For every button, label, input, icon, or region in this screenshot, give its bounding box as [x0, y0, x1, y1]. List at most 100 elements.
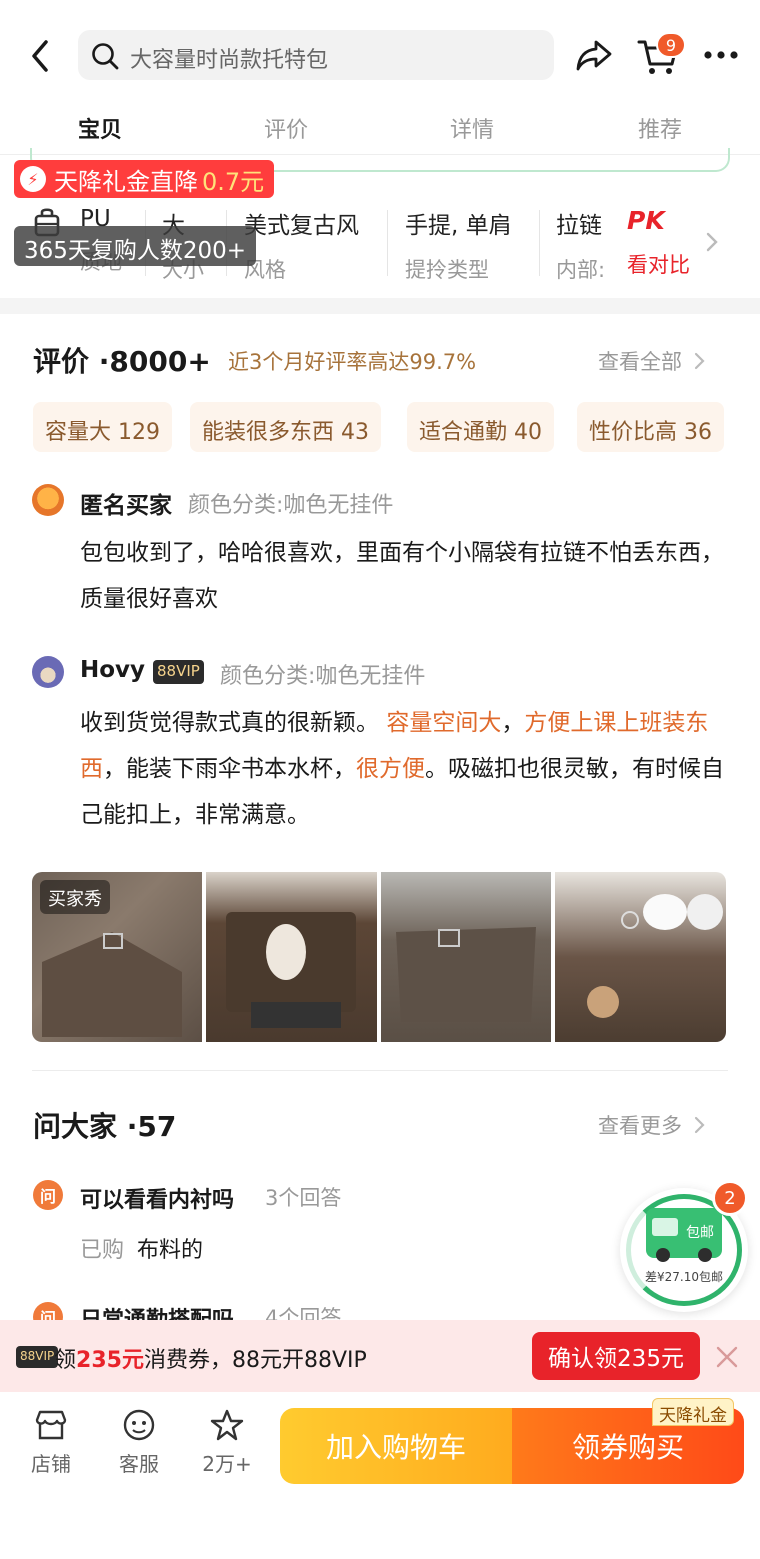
qa-title: 问大家 ·57 — [33, 1110, 177, 1143]
back-icon[interactable] — [26, 38, 56, 74]
promo-badge: ⚡ 天降礼金直降 0.7元 — [14, 160, 275, 198]
reviewer-name: 匿名买家 — [80, 493, 172, 519]
review-highlight: 容量空间大 — [386, 710, 502, 736]
review-tag[interactable]: 性价比高 36 — [577, 402, 724, 452]
view-more-label: 查看更多 — [598, 1114, 682, 1138]
confirm-coupon-button[interactable]: 确认领235元 — [532, 1332, 700, 1380]
add-to-cart-button[interactable]: 加入购物车 — [280, 1408, 512, 1484]
view-more-qa-link[interactable]: 查看更多 — [598, 1110, 707, 1140]
divider — [32, 1070, 728, 1071]
review-text-part: 收到货觉得款式真的很新颖。 — [80, 710, 379, 736]
answer-text: 布料的 — [137, 1238, 204, 1263]
qa-answer-count: 3个回答 — [265, 1186, 342, 1210]
review-text-part: ，能装下雨伞书本水杯， — [103, 756, 356, 782]
coupon-amount: 235元 — [76, 1348, 144, 1373]
repeat-buyers-badge: 365天复购人数200+ — [14, 226, 257, 266]
top-bar: 大容量时尚款托特包 9 宝贝 评价 详情 推荐 — [0, 0, 760, 155]
coupon-suffix: 消费券，88元开88VIP — [143, 1348, 367, 1373]
attribute-style: 美式复古风 风格 — [244, 200, 359, 284]
purchased-label: 已购 — [80, 1238, 125, 1263]
review-text: 包包收到了，哈哈很喜欢，里面有个小隔袋有拉链不怕丢东西，质量很好喜欢 — [80, 540, 724, 612]
review-spec: 颜色分类:咖色无挂件 — [220, 664, 426, 689]
bottom-action-bar: 店铺 客服 2万+ 加入购物车 领券购买 — [0, 1392, 760, 1559]
star-icon — [210, 1409, 244, 1441]
attr-value: 美式复古风 — [244, 213, 359, 239]
shop-icon — [35, 1410, 67, 1440]
vip-badge: 88VIP — [153, 660, 204, 684]
review-photo[interactable] — [381, 872, 551, 1042]
chevron-right-icon — [694, 1116, 705, 1134]
attr-key: 提拎类型 — [405, 258, 489, 282]
review-highlight: 很方便 — [356, 756, 425, 782]
vip-coupon-bar: 88VIP 领235元消费券，88元开88VIP 确认领235元 — [0, 1320, 760, 1392]
review-text: 收到货觉得款式真的很新颖。 容量空间大，方便上课上班装东西，能装下雨伞书本水杯，… — [80, 700, 730, 838]
promo-amount: 0.7元 — [202, 167, 265, 196]
question-icon: 问 — [33, 1180, 63, 1210]
coupon-text: 领235元消费券，88元开88VIP — [54, 1342, 367, 1374]
review-tag[interactable]: 能装很多东西 43 — [190, 402, 381, 452]
shipping-label: 包邮 — [686, 1225, 714, 1241]
close-icon[interactable] — [716, 1346, 738, 1368]
shop-label: 店铺 — [31, 1452, 71, 1476]
avatar — [32, 656, 64, 688]
gift-tag: 天降礼金 — [652, 1398, 734, 1426]
compare-button[interactable]: PK 看对比 — [627, 200, 690, 279]
section-gap — [0, 298, 760, 314]
separator — [387, 210, 388, 276]
service-label: 客服 — [119, 1452, 159, 1476]
tab-baobei[interactable]: 宝贝 — [78, 112, 122, 144]
bag-photo-icon — [226, 912, 356, 1028]
bag-photo-icon — [396, 927, 536, 1022]
pk-label: PK — [627, 206, 665, 235]
separator — [539, 210, 540, 276]
cart-count-badge: 9 — [656, 32, 686, 58]
attr-key: 内部: — [556, 258, 606, 282]
search-icon — [92, 43, 119, 70]
vip-badge: 88VIP — [16, 1346, 59, 1368]
tab-recommend[interactable]: 推荐 — [638, 112, 682, 144]
service-icon — [123, 1409, 155, 1441]
tab-reviews[interactable]: 评价 — [264, 112, 308, 144]
buyer-show-label: 买家秀 — [40, 880, 110, 914]
attr-value: 拉链 — [556, 213, 602, 239]
reviewer-name: Hovy — [80, 657, 146, 683]
shipping-subtext: 差¥27.10包邮 — [645, 1270, 723, 1284]
attribute-interior: 拉链 内部: — [556, 200, 605, 284]
customer-service-button[interactable]: 客服 — [104, 1408, 174, 1477]
qa-answer: 已购 布料的 — [80, 1232, 203, 1264]
review-photo[interactable] — [555, 872, 726, 1042]
attr-key: 风格 — [244, 258, 286, 282]
bag-photo-icon — [587, 894, 723, 1018]
view-all-label: 查看全部 — [598, 350, 682, 374]
more-icon[interactable] — [702, 48, 740, 62]
reviews-subtitle: 近3个月好评率高达99.7% — [228, 350, 477, 374]
compare-label: 看对比 — [627, 253, 690, 277]
favorite-count: 2万+ — [202, 1452, 252, 1476]
avatar — [32, 484, 64, 516]
qa-question[interactable]: 可以看看内衬吗 — [80, 1182, 234, 1214]
favorite-button[interactable]: 2万+ — [192, 1408, 262, 1477]
attribute-handle: 手提, 单肩 提拎类型 — [405, 200, 512, 284]
share-icon[interactable] — [574, 36, 614, 74]
review-tag[interactable]: 容量大 129 — [33, 402, 172, 452]
lightning-icon: ⚡ — [20, 166, 46, 192]
search-input[interactable]: 大容量时尚款托特包 — [78, 30, 554, 80]
review-text-part: ， — [501, 710, 525, 736]
review-photo[interactable] — [206, 872, 377, 1042]
chevron-right-icon — [706, 232, 718, 252]
review-spec: 颜色分类:咖色无挂件 — [188, 493, 394, 518]
search-placeholder: 大容量时尚款托特包 — [130, 48, 329, 73]
shop-button[interactable]: 店铺 — [16, 1408, 86, 1477]
truck-icon: 包邮 — [646, 1208, 722, 1262]
attr-value: 手提, 单肩 — [405, 213, 512, 239]
cart-count: 9 — [665, 35, 677, 55]
view-all-reviews-link[interactable]: 查看全部 — [598, 346, 707, 376]
review-tag[interactable]: 适合通勤 40 — [407, 402, 554, 452]
coupon-prefix: 领 — [54, 1348, 77, 1373]
promo-label: 天降礼金直降 — [54, 167, 198, 196]
shipping-count-badge: 2 — [712, 1180, 748, 1216]
chevron-right-icon — [694, 352, 705, 370]
reviews-title: 评价 ·8000+ — [33, 345, 211, 378]
question-icon-text: 问 — [39, 1187, 56, 1206]
tab-details[interactable]: 详情 — [450, 112, 494, 144]
